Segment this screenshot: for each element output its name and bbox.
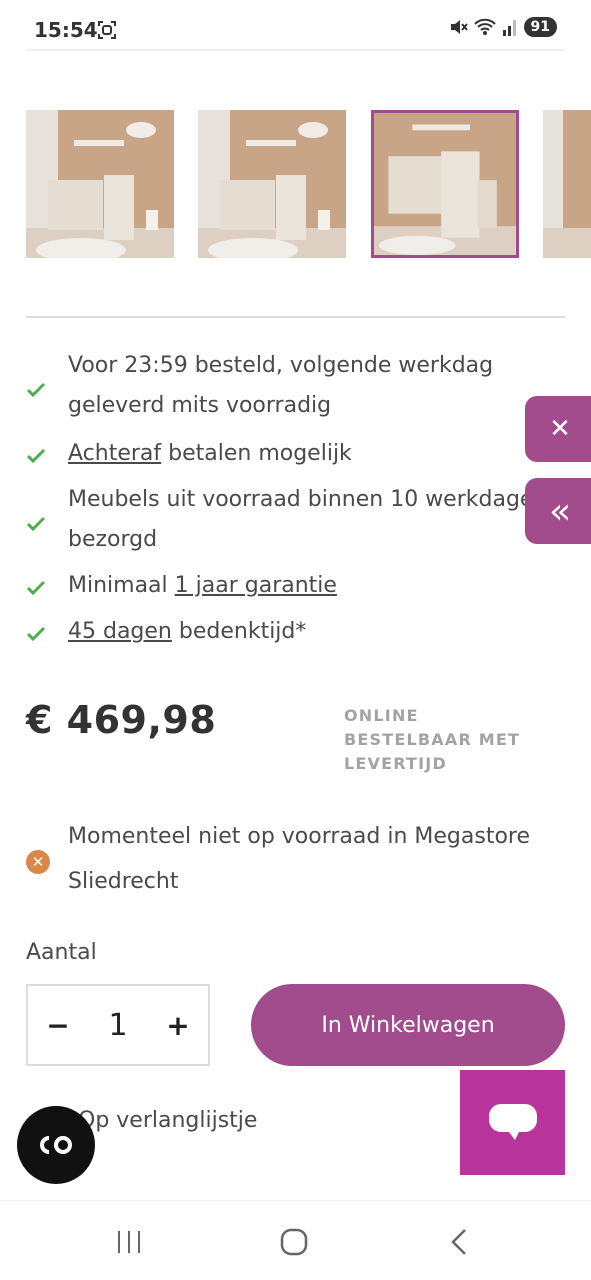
product-price: € 469,98 (26, 698, 217, 742)
quantity-value[interactable]: 1 (108, 1008, 127, 1043)
header-divider (26, 49, 565, 51)
usp-furniture: Meubels uit voorraad binnen 10 werkdagen… (26, 480, 566, 560)
usp-warranty: Minimaal 1 jaar garantie (26, 566, 566, 606)
stock-status: Momenteel niet op voorraad in Megastore … (68, 824, 530, 894)
usp-payment: Achteraf betalen mogelijk (26, 434, 566, 474)
decrease-button[interactable]: − (46, 1009, 70, 1042)
close-icon: ✕ (549, 414, 571, 444)
wifi-icon (473, 18, 496, 35)
mute-icon (450, 20, 468, 34)
status-icons: 91 (448, 17, 557, 37)
expand-side-tab-button[interactable]: « (525, 478, 591, 544)
screenshot-icon (98, 21, 116, 39)
usp-delivery: Voor 23:59 besteld, volgende werkdag gel… (26, 346, 566, 426)
usp-warranty-text: Minimaal 1 jaar garantie (68, 573, 337, 598)
availability-label: ONLINE BESTELBAAR MET LEVERTIJD (344, 706, 521, 773)
warranty-link[interactable]: 1 jaar garantie (175, 573, 337, 598)
usp-payment-text: Achteraf betalen mogelijk (68, 441, 352, 466)
check-icon (26, 626, 46, 642)
product-thumbnails (26, 110, 591, 260)
wishlist-button[interactable]: Op verlanglijstje (78, 1108, 257, 1133)
system-nav-bar (0, 1200, 591, 1280)
chat-button[interactable] (460, 1070, 565, 1175)
add-to-cart-button[interactable]: In Winkelwagen (251, 984, 565, 1066)
back-icon[interactable] (445, 1227, 475, 1257)
thumbnail-1[interactable] (26, 110, 174, 258)
check-icon (26, 382, 46, 398)
chat-icon (488, 1103, 537, 1140)
signal-icon (502, 20, 516, 36)
co-logo-icon (40, 1136, 72, 1154)
usp-delivery-line-2: geleverd mits voorradig (68, 393, 332, 418)
usp-return: 45 dagen bedenktijd* (26, 612, 566, 652)
thumbnail-2[interactable] (198, 110, 346, 258)
co-badge-button[interactable] (17, 1106, 95, 1184)
quantity-stepper: − 1 + (26, 984, 210, 1066)
product-photo-4 (543, 110, 591, 258)
return-period-link[interactable]: 45 dagen (68, 619, 172, 644)
product-photo-2 (198, 110, 346, 258)
usp-delivery-line-1: Voor 23:59 besteld, volgende werkdag (68, 353, 494, 378)
battery-icon: 91 (523, 17, 557, 37)
usp-furniture-line-1: Meubels uit voorraad binnen 10 werkdagen (68, 487, 548, 512)
quantity-label: Aantal (26, 940, 97, 965)
close-side-tab-button[interactable]: ✕ (525, 396, 591, 462)
status-time: 15:54 (34, 18, 98, 42)
recent-apps-icon[interactable] (114, 1227, 144, 1257)
check-icon (26, 448, 46, 464)
product-photo-3 (374, 113, 516, 255)
section-divider (26, 316, 565, 318)
chevron-double-left-icon: « (548, 490, 572, 532)
thumbnail-3[interactable] (371, 110, 519, 258)
usp-furniture-line-2: bezorgd (68, 527, 158, 552)
status-bar: 15:54 91 (0, 0, 591, 50)
usp-return-text: 45 dagen bedenktijd* (68, 619, 307, 644)
check-icon (26, 580, 46, 596)
achteraf-link[interactable]: Achteraf (68, 441, 161, 466)
close-circle-icon: ✕ (26, 850, 50, 874)
product-photo-1 (26, 110, 174, 258)
increase-button[interactable]: + (166, 1009, 190, 1042)
thumbnail-4[interactable] (543, 110, 591, 258)
check-icon (26, 516, 46, 532)
home-icon[interactable] (279, 1227, 309, 1257)
